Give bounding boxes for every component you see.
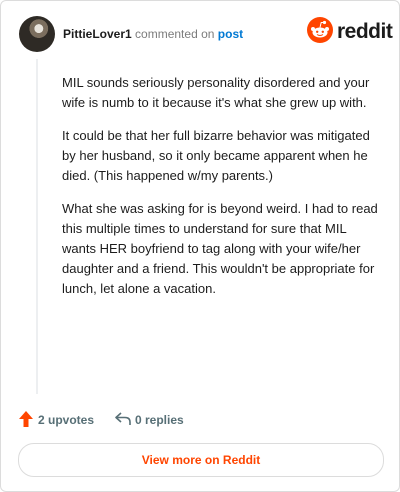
reddit-snoo-icon <box>307 17 333 43</box>
reddit-logo[interactable]: reddit <box>307 17 393 49</box>
comment-body: MIL sounds seriously personality disorde… <box>62 73 382 312</box>
reddit-comment-embed: PittieLover1 commented on post reddit MI… <box>0 0 400 492</box>
view-more-on-reddit-button[interactable]: View more on Reddit <box>18 443 384 477</box>
username-link[interactable]: PittieLover1 <box>63 27 132 41</box>
upvotes-count: 2 upvotes <box>38 413 95 427</box>
thread-line <box>36 59 38 394</box>
comment-paragraph: MIL sounds seriously personality disorde… <box>62 75 370 110</box>
reddit-wordmark: reddit <box>337 20 393 43</box>
comment-header: PittieLover1 commented on post reddit <box>19 15 393 55</box>
reply-arrow-icon <box>115 412 131 425</box>
comment-meta: PittieLover1 commented on post <box>63 27 243 41</box>
upvote-button[interactable]: 2 upvotes <box>19 409 99 429</box>
user-avatar[interactable] <box>19 16 55 52</box>
post-link[interactable]: post <box>218 27 243 41</box>
reply-button[interactable]: 0 replies <box>115 409 195 429</box>
replies-count: 0 replies <box>135 413 184 427</box>
comment-paragraph: It could be that her full bizarre behavi… <box>62 128 370 183</box>
commented-on-text: commented on <box>135 27 215 41</box>
upvote-arrow-icon <box>19 411 33 427</box>
comment-paragraph: What she was asking for is beyond weird.… <box>62 201 378 296</box>
